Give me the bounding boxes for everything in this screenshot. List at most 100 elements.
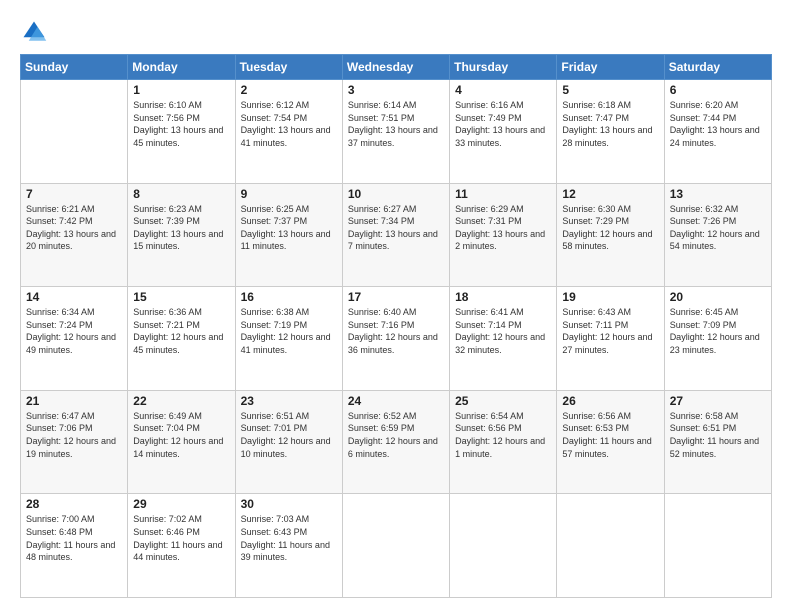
calendar-cell: 29 Sunrise: 7:02 AMSunset: 6:46 PMDayligh… bbox=[128, 494, 235, 598]
day-number: 3 bbox=[348, 83, 444, 97]
day-number: 13 bbox=[670, 187, 766, 201]
day-number: 27 bbox=[670, 394, 766, 408]
calendar-cell bbox=[557, 494, 664, 598]
day-number: 16 bbox=[241, 290, 337, 304]
day-number: 21 bbox=[26, 394, 122, 408]
day-info: Sunrise: 6:34 AMSunset: 7:24 PMDaylight:… bbox=[26, 306, 122, 356]
calendar: SundayMondayTuesdayWednesdayThursdayFrid… bbox=[20, 54, 772, 598]
day-number: 22 bbox=[133, 394, 229, 408]
day-info: Sunrise: 6:16 AMSunset: 7:49 PMDaylight:… bbox=[455, 99, 551, 149]
day-info: Sunrise: 6:14 AMSunset: 7:51 PMDaylight:… bbox=[348, 99, 444, 149]
day-info: Sunrise: 7:03 AMSunset: 6:43 PMDaylight:… bbox=[241, 513, 337, 563]
calendar-cell: 23 Sunrise: 6:51 AMSunset: 7:01 PMDayligh… bbox=[235, 390, 342, 494]
day-number: 30 bbox=[241, 497, 337, 511]
calendar-cell: 8 Sunrise: 6:23 AMSunset: 7:39 PMDaylight… bbox=[128, 183, 235, 287]
calendar-cell: 25Sunrise: 6:54 AMSunset: 6:56 PMDayligh… bbox=[450, 390, 557, 494]
logo bbox=[20, 18, 52, 46]
calendar-cell: 30 Sunrise: 7:03 AMSunset: 6:43 PMDayligh… bbox=[235, 494, 342, 598]
day-info: Sunrise: 6:49 AMSunset: 7:04 PMDaylight:… bbox=[133, 410, 229, 460]
day-info: Sunrise: 6:29 AMSunset: 7:31 PMDaylight:… bbox=[455, 203, 551, 253]
week-row-2: 7 Sunrise: 6:21 AMSunset: 7:42 PMDaylight… bbox=[21, 183, 772, 287]
calendar-cell: 14 Sunrise: 6:34 AMSunset: 7:24 PMDayligh… bbox=[21, 287, 128, 391]
day-number: 15 bbox=[133, 290, 229, 304]
day-number: 29 bbox=[133, 497, 229, 511]
day-info: Sunrise: 6:12 AMSunset: 7:54 PMDaylight:… bbox=[241, 99, 337, 149]
day-info: Sunrise: 6:20 AMSunset: 7:44 PMDaylight:… bbox=[670, 99, 766, 149]
day-info: Sunrise: 6:36 AMSunset: 7:21 PMDaylight:… bbox=[133, 306, 229, 356]
calendar-cell: 28Sunrise: 7:00 AMSunset: 6:48 PMDayligh… bbox=[21, 494, 128, 598]
calendar-cell: 18 Sunrise: 6:41 AMSunset: 7:14 PMDayligh… bbox=[450, 287, 557, 391]
day-info: Sunrise: 6:54 AMSunset: 6:56 PMDaylight:… bbox=[455, 410, 551, 460]
calendar-cell: 7 Sunrise: 6:21 AMSunset: 7:42 PMDaylight… bbox=[21, 183, 128, 287]
day-number: 18 bbox=[455, 290, 551, 304]
calendar-cell: 1 Sunrise: 6:10 AMSunset: 7:56 PMDaylight… bbox=[128, 80, 235, 184]
day-info: Sunrise: 6:38 AMSunset: 7:19 PMDaylight:… bbox=[241, 306, 337, 356]
weekday-header-wednesday: Wednesday bbox=[342, 55, 449, 80]
calendar-cell: 13 Sunrise: 6:32 AMSunset: 7:26 PMDayligh… bbox=[664, 183, 771, 287]
weekday-header-friday: Friday bbox=[557, 55, 664, 80]
day-number: 1 bbox=[133, 83, 229, 97]
header bbox=[20, 18, 772, 46]
calendar-cell: 4 Sunrise: 6:16 AMSunset: 7:49 PMDaylight… bbox=[450, 80, 557, 184]
day-info: Sunrise: 6:10 AMSunset: 7:56 PMDaylight:… bbox=[133, 99, 229, 149]
day-info: Sunrise: 6:27 AMSunset: 7:34 PMDaylight:… bbox=[348, 203, 444, 253]
calendar-cell: 21 Sunrise: 6:47 AMSunset: 7:06 PMDayligh… bbox=[21, 390, 128, 494]
day-number: 23 bbox=[241, 394, 337, 408]
calendar-cell: 15 Sunrise: 6:36 AMSunset: 7:21 PMDayligh… bbox=[128, 287, 235, 391]
week-row-1: 1 Sunrise: 6:10 AMSunset: 7:56 PMDaylight… bbox=[21, 80, 772, 184]
calendar-cell: 16 Sunrise: 6:38 AMSunset: 7:19 PMDayligh… bbox=[235, 287, 342, 391]
week-row-5: 28Sunrise: 7:00 AMSunset: 6:48 PMDayligh… bbox=[21, 494, 772, 598]
week-row-3: 14 Sunrise: 6:34 AMSunset: 7:24 PMDayligh… bbox=[21, 287, 772, 391]
day-number: 10 bbox=[348, 187, 444, 201]
day-info: Sunrise: 7:02 AMSunset: 6:46 PMDaylight:… bbox=[133, 513, 229, 563]
day-number: 14 bbox=[26, 290, 122, 304]
day-number: 28 bbox=[26, 497, 122, 511]
calendar-cell: 17Sunrise: 6:40 AMSunset: 7:16 PMDayligh… bbox=[342, 287, 449, 391]
day-info: Sunrise: 6:51 AMSunset: 7:01 PMDaylight:… bbox=[241, 410, 337, 460]
calendar-cell: 10 Sunrise: 6:27 AMSunset: 7:34 PMDayligh… bbox=[342, 183, 449, 287]
calendar-cell: 27 Sunrise: 6:58 AMSunset: 6:51 PMDayligh… bbox=[664, 390, 771, 494]
calendar-cell bbox=[21, 80, 128, 184]
calendar-cell bbox=[450, 494, 557, 598]
day-number: 7 bbox=[26, 187, 122, 201]
page: SundayMondayTuesdayWednesdayThursdayFrid… bbox=[0, 0, 792, 612]
weekday-header-sunday: Sunday bbox=[21, 55, 128, 80]
day-number: 12 bbox=[562, 187, 658, 201]
day-info: Sunrise: 6:58 AMSunset: 6:51 PMDaylight:… bbox=[670, 410, 766, 460]
day-number: 20 bbox=[670, 290, 766, 304]
calendar-cell: 19 Sunrise: 6:43 AMSunset: 7:11 PMDayligh… bbox=[557, 287, 664, 391]
day-number: 9 bbox=[241, 187, 337, 201]
day-info: Sunrise: 6:21 AMSunset: 7:42 PMDaylight:… bbox=[26, 203, 122, 253]
day-number: 6 bbox=[670, 83, 766, 97]
day-number: 4 bbox=[455, 83, 551, 97]
calendar-cell: 5 Sunrise: 6:18 AMSunset: 7:47 PMDaylight… bbox=[557, 80, 664, 184]
calendar-cell: 12 Sunrise: 6:30 AMSunset: 7:29 PMDayligh… bbox=[557, 183, 664, 287]
calendar-cell: 2Sunrise: 6:12 AMSunset: 7:54 PMDaylight… bbox=[235, 80, 342, 184]
calendar-cell: 9Sunrise: 6:25 AMSunset: 7:37 PMDaylight… bbox=[235, 183, 342, 287]
calendar-cell: 3 Sunrise: 6:14 AMSunset: 7:51 PMDaylight… bbox=[342, 80, 449, 184]
day-info: Sunrise: 6:23 AMSunset: 7:39 PMDaylight:… bbox=[133, 203, 229, 253]
day-number: 8 bbox=[133, 187, 229, 201]
calendar-cell: 26Sunrise: 6:56 AMSunset: 6:53 PMDayligh… bbox=[557, 390, 664, 494]
day-info: Sunrise: 6:41 AMSunset: 7:14 PMDaylight:… bbox=[455, 306, 551, 356]
day-number: 24 bbox=[348, 394, 444, 408]
day-info: Sunrise: 6:43 AMSunset: 7:11 PMDaylight:… bbox=[562, 306, 658, 356]
weekday-header-tuesday: Tuesday bbox=[235, 55, 342, 80]
day-info: Sunrise: 6:45 AMSunset: 7:09 PMDaylight:… bbox=[670, 306, 766, 356]
day-info: Sunrise: 6:40 AMSunset: 7:16 PMDaylight:… bbox=[348, 306, 444, 356]
day-info: Sunrise: 6:47 AMSunset: 7:06 PMDaylight:… bbox=[26, 410, 122, 460]
day-info: Sunrise: 6:18 AMSunset: 7:47 PMDaylight:… bbox=[562, 99, 658, 149]
day-number: 11 bbox=[455, 187, 551, 201]
day-info: Sunrise: 6:32 AMSunset: 7:26 PMDaylight:… bbox=[670, 203, 766, 253]
day-info: Sunrise: 6:52 AMSunset: 6:59 PMDaylight:… bbox=[348, 410, 444, 460]
calendar-cell: 11 Sunrise: 6:29 AMSunset: 7:31 PMDayligh… bbox=[450, 183, 557, 287]
logo-icon bbox=[20, 18, 48, 46]
day-number: 26 bbox=[562, 394, 658, 408]
calendar-cell: 22 Sunrise: 6:49 AMSunset: 7:04 PMDayligh… bbox=[128, 390, 235, 494]
calendar-cell: 6 Sunrise: 6:20 AMSunset: 7:44 PMDaylight… bbox=[664, 80, 771, 184]
weekday-header-row: SundayMondayTuesdayWednesdayThursdayFrid… bbox=[21, 55, 772, 80]
weekday-header-monday: Monday bbox=[128, 55, 235, 80]
day-number: 5 bbox=[562, 83, 658, 97]
day-number: 19 bbox=[562, 290, 658, 304]
day-info: Sunrise: 6:30 AMSunset: 7:29 PMDaylight:… bbox=[562, 203, 658, 253]
